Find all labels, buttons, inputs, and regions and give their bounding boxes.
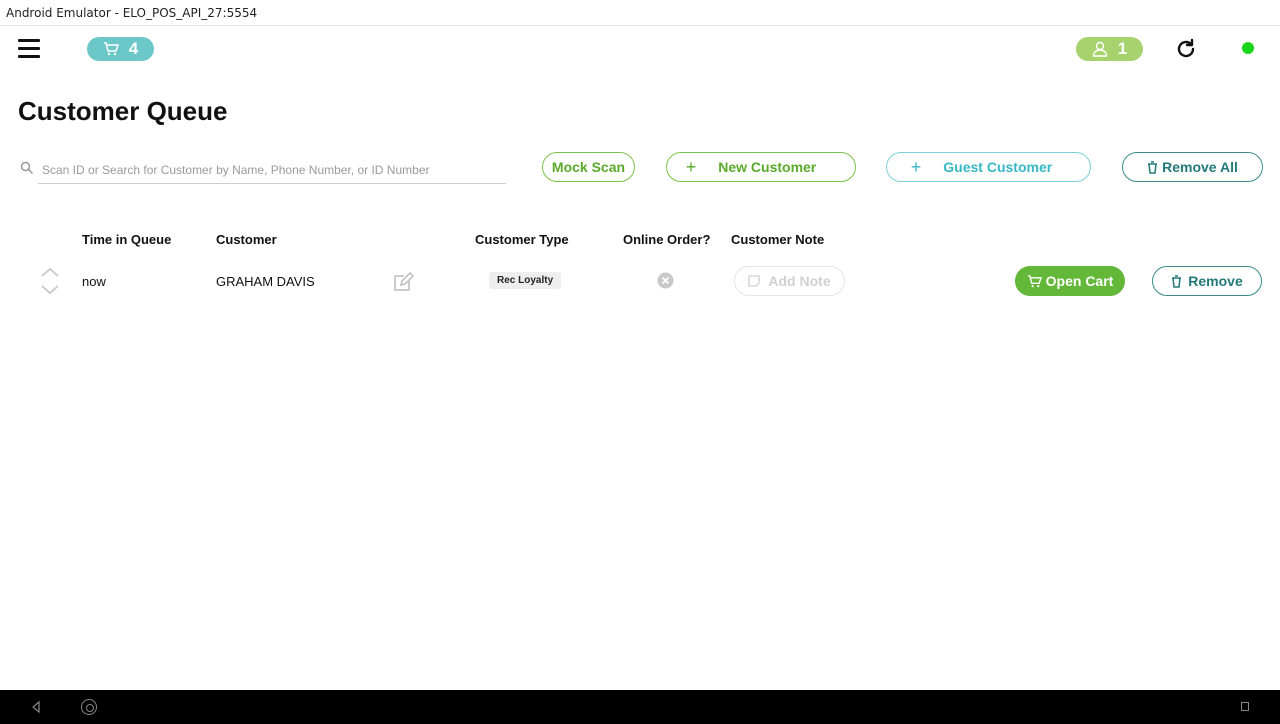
user-count: 1 xyxy=(1117,39,1128,58)
close-circle-icon xyxy=(657,272,674,289)
guest-customer-label: Guest Customer xyxy=(943,159,1053,175)
customer-search xyxy=(18,156,506,184)
open-cart-button[interactable]: Open Cart xyxy=(1015,266,1125,296)
header-online-order: Online Order? xyxy=(623,232,711,247)
trash-icon xyxy=(1172,274,1182,288)
connection-status-dot xyxy=(1242,42,1254,54)
open-cart-label: Open Cart xyxy=(1045,273,1114,289)
trash-icon xyxy=(1148,160,1158,174)
header-customer-type: Customer Type xyxy=(475,232,569,247)
remove-all-button[interactable]: Remove All xyxy=(1122,152,1263,182)
remove-button[interactable]: Remove xyxy=(1152,266,1262,296)
header-customer: Customer xyxy=(216,232,277,247)
time-in-queue: now xyxy=(82,274,106,289)
header-time-in-queue: Time in Queue xyxy=(82,232,172,247)
cart-count-button[interactable]: 4 xyxy=(87,37,154,61)
back-icon[interactable] xyxy=(31,701,41,713)
cart-icon xyxy=(103,42,119,56)
guest-customer-button[interactable]: + Guest Customer xyxy=(886,152,1091,182)
user-icon xyxy=(1092,41,1107,57)
customer-type-badge: Rec Loyalty xyxy=(489,272,562,289)
mock-scan-button[interactable]: Mock Scan xyxy=(542,152,635,182)
add-note-button[interactable]: Add Note xyxy=(734,266,845,296)
window-title: Android Emulator - ELO_POS_API_27:5554 xyxy=(0,0,1280,26)
note-icon xyxy=(748,275,761,287)
cart-icon xyxy=(1027,274,1042,287)
mock-scan-label: Mock Scan xyxy=(551,159,626,175)
new-customer-label: New Customer xyxy=(718,159,817,175)
edit-icon[interactable] xyxy=(392,271,414,293)
customer-name: GRAHAM DAVIS xyxy=(216,274,315,289)
app-root: 4 1 Customer Queue Mock Scan + New Custo… xyxy=(0,26,1280,690)
android-nav-bar xyxy=(0,690,1280,724)
plus-icon: + xyxy=(910,156,922,177)
user-count-button[interactable]: 1 xyxy=(1076,37,1143,61)
recent-apps-icon[interactable] xyxy=(1241,702,1249,711)
refresh-icon[interactable] xyxy=(1174,37,1198,61)
search-icon xyxy=(20,161,34,175)
cart-count: 4 xyxy=(128,39,139,58)
home-icon[interactable] xyxy=(81,699,97,715)
remove-all-label: Remove All xyxy=(1162,159,1238,175)
new-customer-button[interactable]: + New Customer xyxy=(666,152,856,182)
search-input[interactable] xyxy=(38,156,506,184)
add-note-label: Add Note xyxy=(768,273,831,289)
reorder-icon[interactable] xyxy=(40,266,60,296)
plus-icon: + xyxy=(685,156,697,177)
remove-label: Remove xyxy=(1188,273,1243,289)
page-title: Customer Queue xyxy=(18,96,228,126)
menu-icon[interactable] xyxy=(18,39,40,59)
top-bar: 4 1 xyxy=(0,26,1280,74)
header-customer-note: Customer Note xyxy=(731,232,825,247)
